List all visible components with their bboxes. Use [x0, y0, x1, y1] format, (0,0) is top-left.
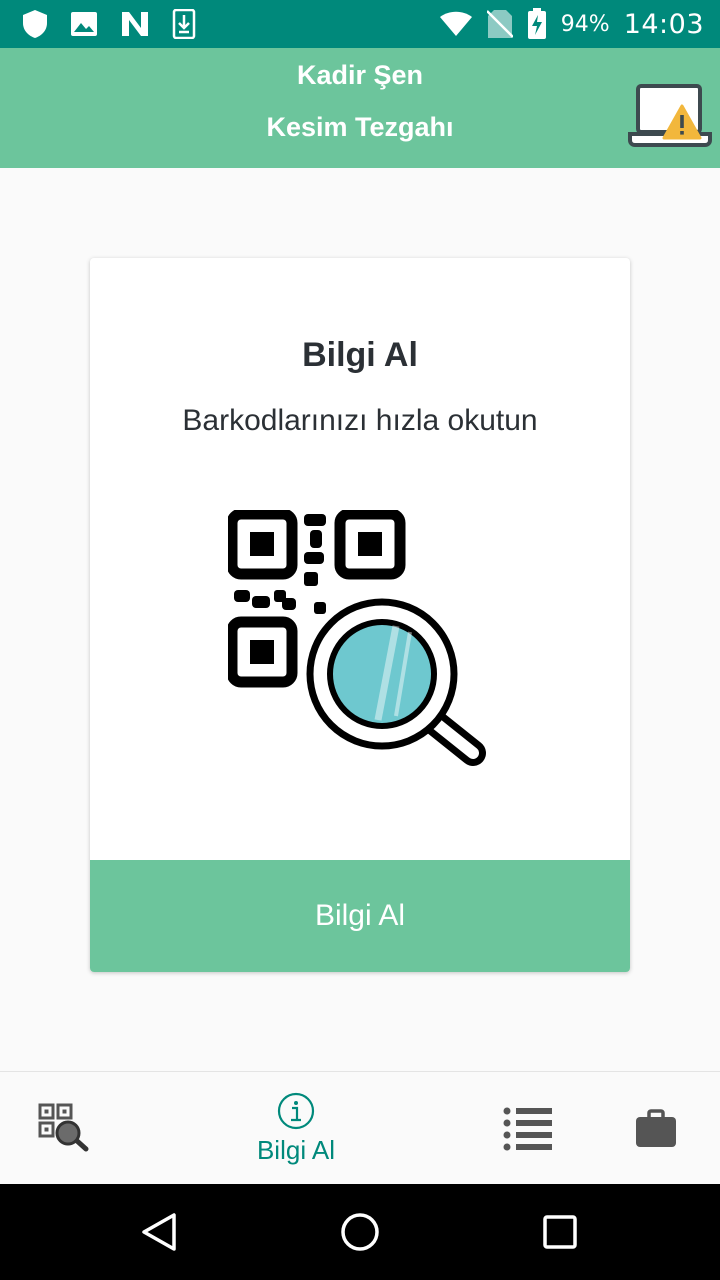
n-logo-icon [122, 12, 148, 36]
station-name: Kesim Tezgahı [266, 112, 454, 142]
wifi-icon [439, 11, 472, 36]
briefcase-icon [636, 1108, 676, 1147]
nav-item-qr-search[interactable] [20, 1072, 108, 1185]
user-name: Kadir Şen [296, 60, 424, 90]
recents-icon[interactable] [536, 1208, 584, 1256]
qr-search-illustration-icon [228, 510, 486, 766]
image-icon [71, 12, 97, 36]
nav-item-briefcase[interactable] [616, 1072, 696, 1185]
nav-item-get-info[interactable]: Bilgi Al [236, 1072, 356, 1185]
battery-percent: 94% [560, 11, 610, 37]
battery-charging-icon [527, 8, 546, 39]
card-subtitle: Barkodlarınızı hızla okutun [182, 404, 538, 437]
nav-item-list[interactable] [486, 1072, 570, 1185]
nav-label-get-info: Bilgi Al [256, 1135, 336, 1165]
list-icon [503, 1107, 552, 1150]
back-icon[interactable] [136, 1208, 184, 1256]
download-icon [172, 9, 196, 39]
info-icon [277, 1092, 315, 1130]
card-title: Bilgi Al [302, 336, 418, 374]
system-nav-bar [0, 1184, 720, 1280]
info-card: Bilgi Al Barkodlarınızı hızla okutun Bil… [90, 258, 630, 972]
status-bar: 94% 14:03 [0, 0, 720, 48]
shield-icon [23, 10, 47, 38]
home-icon[interactable] [336, 1208, 384, 1256]
bottom-nav: Bilgi Al [0, 1071, 720, 1184]
get-info-button[interactable]: Bilgi Al [90, 860, 630, 972]
clock: 14:03 [623, 8, 704, 40]
qr-search-icon [38, 1103, 89, 1151]
no-sim-icon [486, 10, 513, 38]
laptop-warning-icon[interactable] [628, 82, 712, 150]
app-bar: Kadir Şen Kesim Tezgahı [0, 48, 720, 168]
